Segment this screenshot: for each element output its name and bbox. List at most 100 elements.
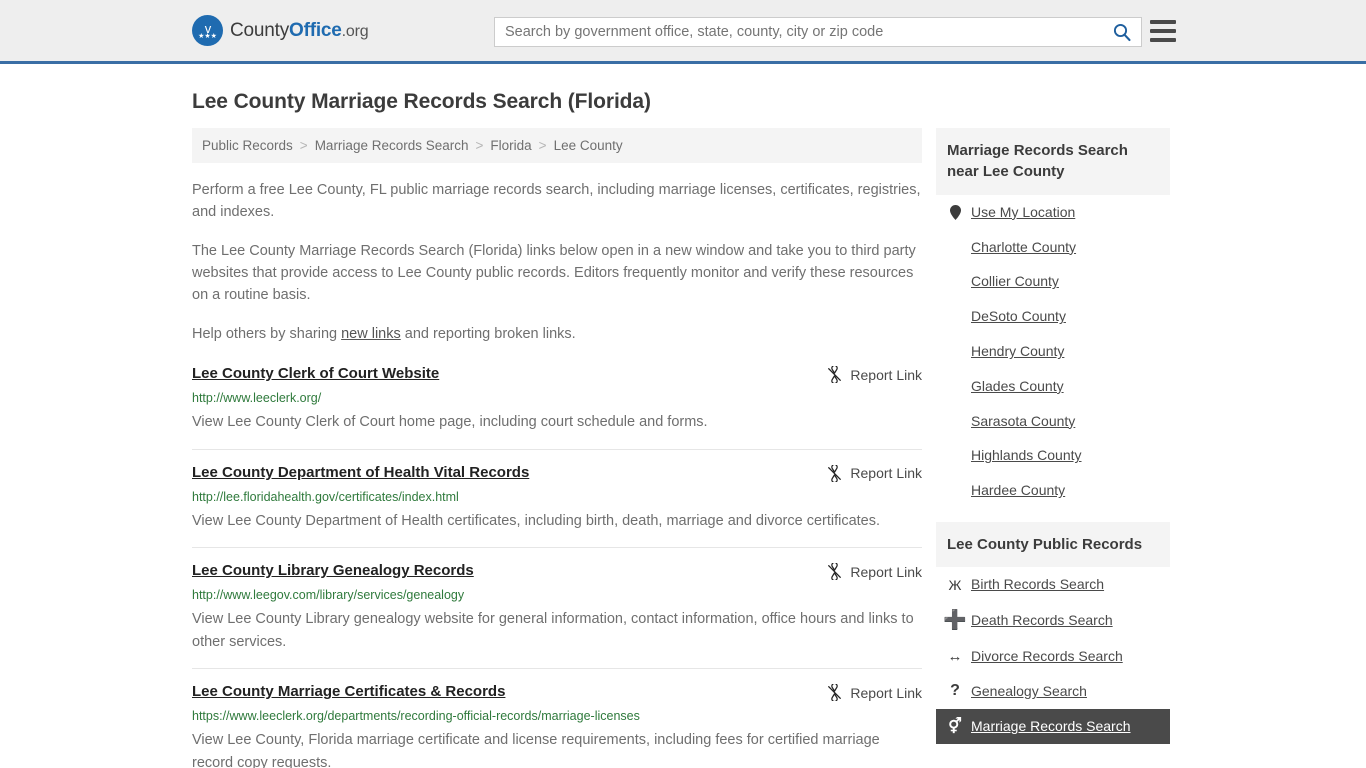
- sidebar-item-label: Use My Location: [971, 203, 1076, 220]
- sidebar-record-item[interactable]: ⚥ Marriage Records Search: [936, 708, 1170, 744]
- result-description: View Lee County Clerk of Court home page…: [192, 414, 708, 431]
- sidebar: Marriage Records Search near Lee County …: [936, 128, 1170, 758]
- result-header: Lee County Department of Health Vital Re…: [192, 464, 922, 482]
- unlink-icon: [828, 464, 842, 482]
- nearby-counties-header: Marriage Records Search near Lee County: [936, 128, 1170, 195]
- sidebar-item-label: Hardee County: [971, 482, 1066, 499]
- sidebar-item-label: Divorce Records Search: [971, 648, 1123, 665]
- venus-mars-icon: ⚥: [948, 717, 962, 735]
- search-input[interactable]: [495, 18, 1103, 46]
- report-link-label: Report Link: [850, 563, 922, 580]
- site-header: ᴠ ★★★ CountyOffice.org: [0, 0, 1366, 64]
- intro-text: Perform a free Lee County, FL public mar…: [192, 179, 922, 345]
- logo-wordmark: CountyOffice.org: [230, 19, 369, 42]
- page-container: Lee County Marriage Records Search (Flor…: [0, 90, 1366, 768]
- breadcrumb-item[interactable]: Marriage Records Search: [315, 138, 469, 153]
- hamburger-menu-icon[interactable]: [1150, 20, 1176, 42]
- search-icon: [1113, 23, 1131, 42]
- content-columns: Public Records > Marriage Records Search > F…: [192, 128, 1174, 768]
- logo-text-domain: .org: [341, 22, 369, 40]
- sidebar-item-label: Marriage Records Search: [971, 717, 1131, 734]
- result-url: http://www.leeclerk.org/: [192, 391, 322, 406]
- result-title-link[interactable]: Lee County Department of Health Vital Re…: [192, 464, 529, 482]
- nearby-county-item[interactable]: Collier County: [936, 264, 1170, 299]
- sidebar-item-label: Highlands County: [971, 447, 1082, 464]
- nearby-county-item[interactable]: Sarasota County: [936, 404, 1170, 439]
- result-item: Lee County Clerk of Court Website Report …: [192, 365, 922, 450]
- report-link-label: Report Link: [850, 465, 922, 482]
- logo-text-county: County: [230, 19, 290, 41]
- report-link-button[interactable]: Report Link: [826, 563, 922, 581]
- result-list: Lee County Clerk of Court Website Report …: [192, 365, 922, 768]
- sidebar-item-label: Genealogy Search: [971, 683, 1087, 700]
- question-mark-icon: ?: [950, 682, 960, 700]
- nearby-county-item[interactable]: Hardee County: [936, 473, 1170, 508]
- sidebar-item-label: Glades County: [971, 377, 1064, 394]
- public-records-panel: Lee County Public Records Ж Birth Records…: [936, 522, 1170, 744]
- result-item: Lee County Marriage Certificates & Recor…: [192, 683, 922, 768]
- public-records-header: Lee County Public Records: [936, 522, 1170, 568]
- nearby-county-item[interactable]: Charlotte County: [936, 230, 1170, 265]
- breadcrumb-separator: >: [475, 138, 484, 153]
- nearby-counties-panel: Marriage Records Search near Lee County …: [936, 128, 1170, 508]
- map-pin-icon: [949, 204, 961, 220]
- report-link-button[interactable]: Report Link: [826, 464, 922, 482]
- intro-p3-before: Help others by sharing: [192, 326, 342, 343]
- use-my-location-item[interactable]: Use My Location: [936, 195, 1170, 230]
- sidebar-record-item[interactable]: ➕ Death Records Search: [936, 602, 1170, 639]
- nearby-counties-list: Use My Location Charlotte County Collier C…: [936, 195, 1170, 508]
- report-link-button[interactable]: Report Link: [826, 684, 922, 702]
- map-pin-icon: [947, 204, 963, 220]
- sidebar-item-label: DeSoto County: [971, 308, 1066, 325]
- breadcrumb-item[interactable]: Florida: [490, 138, 531, 153]
- breadcrumb-item[interactable]: Lee County: [554, 138, 623, 153]
- result-header: Lee County Marriage Certificates & Recor…: [192, 683, 922, 702]
- nearby-county-item[interactable]: DeSoto County: [936, 299, 1170, 334]
- result-description: View Lee County Library genealogy websit…: [192, 611, 914, 650]
- result-title-link[interactable]: Lee County Marriage Certificates & Recor…: [192, 683, 505, 701]
- nearby-county-item[interactable]: Glades County: [936, 369, 1170, 404]
- intro-paragraph-3: Help others by sharing new links and rep…: [192, 323, 922, 345]
- result-title-link[interactable]: Lee County Library Genealogy Records: [192, 562, 474, 580]
- nearby-county-item[interactable]: Hendry County: [936, 334, 1170, 369]
- sidebar-item-label: Sarasota County: [971, 412, 1076, 429]
- breadcrumb-separator: >: [299, 138, 308, 153]
- sidebar-record-item[interactable]: Ж Birth Records Search: [936, 567, 1170, 602]
- new-links-link[interactable]: new links: [341, 326, 401, 342]
- search-button[interactable]: [1103, 18, 1141, 46]
- intro-p3-after: and reporting broken links.: [400, 326, 576, 343]
- eagle-icon: ᴠ: [204, 20, 211, 36]
- breadcrumb-item[interactable]: Public Records: [202, 138, 293, 153]
- result-url: http://www.leegov.com/library/services/g…: [192, 588, 465, 603]
- county-office-seal-icon: ᴠ ★★★: [192, 15, 223, 46]
- sidebar-item-label: Death Records Search: [971, 612, 1113, 629]
- hamburger-bar: [1150, 38, 1176, 42]
- breadcrumb: Public Records > Marriage Records Search > F…: [192, 128, 922, 163]
- hamburger-bar: [1150, 29, 1176, 33]
- unlink-icon: [828, 684, 842, 702]
- nearby-county-item[interactable]: Highlands County: [936, 438, 1170, 473]
- result-description: View Lee County, Florida marriage certif…: [192, 732, 880, 768]
- result-description: View Lee County Department of Health cer…: [192, 512, 881, 529]
- cross-icon: ➕: [943, 610, 967, 632]
- intro-paragraph-2: The Lee County Marriage Records Search (…: [192, 243, 916, 304]
- sidebar-record-item[interactable]: ? Genealogy Search: [936, 674, 1170, 709]
- result-item: Lee County Department of Health Vital Re…: [192, 464, 922, 549]
- sidebar-item-label: Hendry County: [971, 343, 1065, 360]
- page-title: Lee County Marriage Records Search (Flor…: [192, 90, 651, 113]
- sidebar-record-item[interactable]: ↔ Divorce Records Search: [936, 639, 1170, 674]
- report-link-button[interactable]: Report Link: [826, 366, 922, 384]
- result-title-link[interactable]: Lee County Clerk of Court Website: [192, 365, 439, 383]
- search-bar[interactable]: [494, 17, 1142, 47]
- site-logo[interactable]: ᴠ ★★★ CountyOffice.org: [192, 15, 369, 46]
- sidebar-item-label: Charlotte County: [971, 238, 1077, 255]
- stars-icon: ★★★: [198, 32, 217, 40]
- hamburger-bar: [1150, 20, 1176, 24]
- sidebar-item-label: Collier County: [971, 273, 1059, 290]
- intro-paragraph-1: Perform a free Lee County, FL public mar…: [192, 182, 921, 221]
- unlink-icon: [828, 366, 842, 384]
- report-link-label: Report Link: [850, 684, 922, 701]
- main-content: Public Records > Marriage Records Search > F…: [192, 128, 922, 768]
- result-item: Lee County Library Genealogy Records Repo…: [192, 562, 922, 670]
- logo-text-office: Office: [289, 19, 342, 41]
